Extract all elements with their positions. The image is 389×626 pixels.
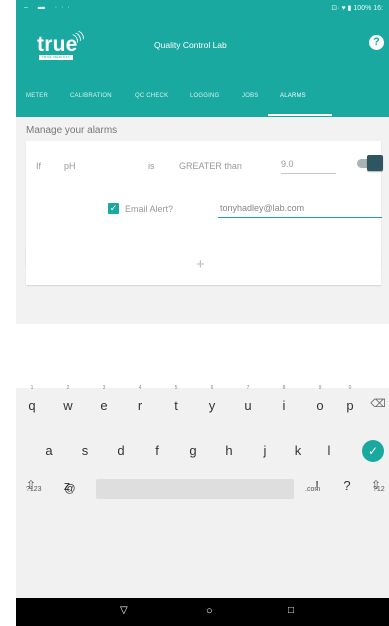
- recents-icon[interactable]: □: [288, 605, 294, 616]
- key-label: r: [137, 398, 143, 413]
- status-right-text: ⊡· ♥ ▮ 100% 16:: [331, 5, 383, 12]
- parameter-select[interactable]: pH: [64, 161, 76, 171]
- logo-subtext: TRUE MEDICAL: [39, 55, 73, 60]
- tab-logging[interactable]: LOGGING: [190, 93, 219, 99]
- symbols-key[interactable]: ?123: [26, 486, 42, 493]
- hint-6: 6: [210, 385, 214, 391]
- active-tab-indicator: [268, 114, 332, 116]
- dot-key[interactable]: .: [345, 485, 347, 492]
- tab-jobs[interactable]: JOBS: [242, 93, 258, 99]
- section-title: Manage your alarms: [26, 125, 118, 136]
- key-w[interactable]: 2w: [57, 385, 79, 413]
- at-key[interactable]: @: [59, 483, 81, 495]
- key-q[interactable]: 1q: [21, 385, 43, 413]
- tab-qc-check[interactable]: QC CHECK: [135, 93, 168, 99]
- hint-2: 2: [66, 385, 70, 391]
- tab-meter[interactable]: METER: [26, 93, 48, 99]
- email-alert-label: Email Alert?: [125, 204, 174, 214]
- threshold-input[interactable]: 9.0: [281, 159, 336, 174]
- logo-wordmark: true: [37, 33, 78, 56]
- true-logo: true ))) TRUE MEDICAL: [37, 27, 97, 63]
- enter-check-icon[interactable]: ✓: [362, 440, 384, 462]
- tab-alarms[interactable]: ALARMS: [280, 93, 306, 99]
- key-a[interactable]: a: [38, 443, 60, 458]
- key-u[interactable]: 7u: [237, 385, 259, 413]
- key-s[interactable]: s: [74, 443, 96, 458]
- if-label: If: [36, 161, 42, 171]
- add-alarm-row[interactable]: +: [26, 247, 381, 285]
- key-y[interactable]: 6y: [201, 385, 223, 413]
- hint-7: 7: [246, 385, 250, 391]
- key-label: y: [208, 398, 216, 413]
- key-label: t: [174, 398, 178, 413]
- key-r[interactable]: 4r: [129, 385, 151, 413]
- email-alert-checkbox[interactable]: ✓: [108, 203, 119, 214]
- threshold-value: 9.0: [281, 159, 294, 169]
- key-g[interactable]: g: [182, 443, 204, 458]
- space-bar[interactable]: [96, 479, 294, 499]
- tab-calibration[interactable]: CALIBRATION: [70, 93, 112, 99]
- hint-3: 3: [102, 385, 106, 391]
- key-i[interactable]: 8i: [273, 385, 295, 413]
- back-icon[interactable]: ▽: [120, 605, 128, 616]
- system-nav-bar: ▽ ○ □: [16, 598, 389, 626]
- soft-keyboard: 1q 2w 3e 4r 5t 6y 7u 8i 9o 0p ⌫ a s d f …: [16, 385, 389, 598]
- hint-8: 8: [282, 385, 286, 391]
- status-right: ⊡· ♥ ▮ 100% 16:: [331, 4, 383, 12]
- hint-0: 0: [348, 385, 352, 391]
- hint-4: 4: [138, 385, 142, 391]
- symbols-right-key[interactable]: ?12: [373, 486, 385, 493]
- hint-5: 5: [174, 385, 178, 391]
- backspace-icon[interactable]: ⌫: [367, 397, 389, 410]
- key-k[interactable]: k: [287, 443, 309, 458]
- add-alarm-button[interactable]: +: [196, 256, 205, 273]
- key-label: u: [244, 398, 252, 413]
- key-question[interactable]: ?: [336, 478, 358, 493]
- is-label: is: [148, 161, 155, 171]
- key-label: w: [63, 398, 73, 413]
- toggle-thumb: [367, 155, 383, 171]
- app-title: Quality Control Lab: [154, 40, 227, 50]
- alarms-panel: Manage your alarms If pH is GREATER than…: [16, 117, 389, 324]
- alarm-enabled-toggle[interactable]: [357, 155, 383, 171]
- dotcom-key[interactable]: .com: [305, 486, 320, 493]
- key-t[interactable]: 5t: [165, 385, 187, 413]
- empty-area: [16, 324, 389, 388]
- tab-bar: METER CALIBRATION QC CHECK LOGGING JOBS …: [16, 88, 389, 117]
- key-h[interactable]: h: [218, 443, 240, 458]
- app-header: – ▬ ··· ⊡· ♥ ▮ 100% 16: true ))) TRUE ME…: [16, 0, 389, 117]
- key-label: p: [346, 398, 354, 413]
- key-f[interactable]: f: [146, 443, 168, 458]
- home-icon[interactable]: ○: [206, 605, 213, 617]
- status-left-icons: – ▬ ···: [24, 4, 74, 11]
- key-o[interactable]: 9o: [309, 385, 331, 413]
- key-l[interactable]: l: [318, 443, 340, 458]
- status-bar: – ▬ ··· ⊡· ♥ ▮ 100% 16:: [16, 0, 389, 20]
- key-p[interactable]: 0p: [339, 385, 361, 413]
- key-label: q: [28, 398, 36, 413]
- help-button[interactable]: ?: [369, 35, 384, 50]
- key-d[interactable]: d: [110, 443, 132, 458]
- hint-1: 1: [30, 385, 34, 391]
- key-j[interactable]: j: [254, 443, 276, 458]
- key-label: o: [316, 398, 324, 413]
- key-label: i: [282, 398, 286, 413]
- comparator-select[interactable]: GREATER than: [179, 161, 242, 171]
- hint-9: 9: [318, 385, 322, 391]
- email-field[interactable]: tonyhadley@lab.com: [218, 200, 382, 218]
- key-e[interactable]: 3e: [93, 385, 115, 413]
- key-label: e: [100, 398, 108, 413]
